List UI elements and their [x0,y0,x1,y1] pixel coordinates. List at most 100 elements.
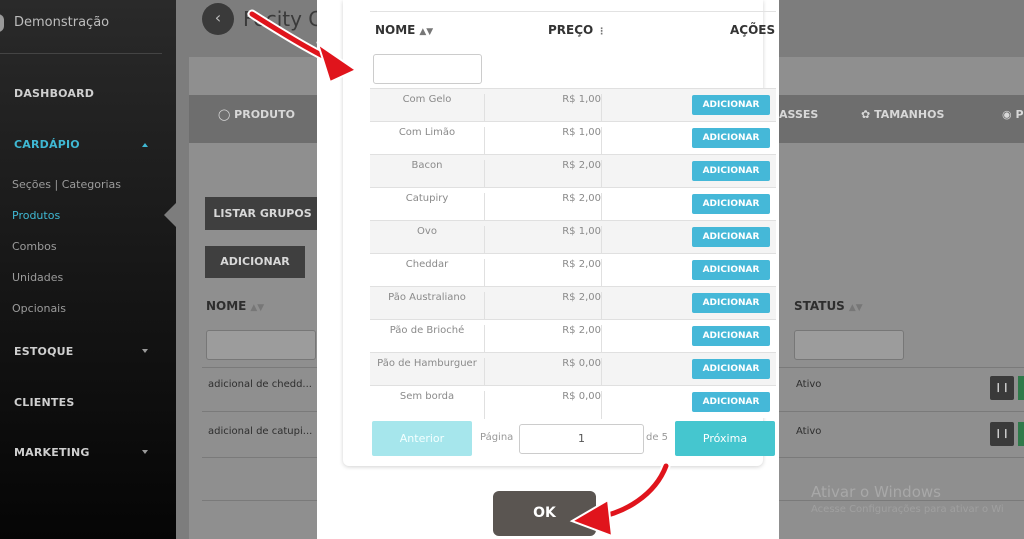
tab-produto-label: PRODUTO [234,108,295,121]
tab-tamanhos[interactable]: ✿ TAMANHOS [861,108,944,121]
adicionar-button[interactable]: ADICIONAR [692,359,770,379]
item-name: Com Limão [370,127,485,155]
item-price: R$ 2,00 [486,193,602,221]
ok-button[interactable]: OK [493,491,596,536]
adicionar-button[interactable]: ADICIONAR [692,95,770,115]
sidebar-item-unidades[interactable]: Unidades [12,271,63,284]
item-price: R$ 1,00 [486,94,602,122]
column-header-nome-label: NOME [206,299,247,313]
table-row-nome: adicional de chedd... [208,379,312,390]
opcionais-modal: NOME ▲▼ PREÇO ⋮ AÇÕES Com Gelo R$ 1,00 ADICI… [317,0,779,539]
sidebar-item-cardapio[interactable]: CARDÁPIO [14,138,80,151]
table-row: Com Limão R$ 1,00 ADICIONAR [370,121,776,155]
item-price: R$ 2,00 [486,259,602,287]
sidebar-item-dashboard[interactable]: DASHBOARD [14,87,94,100]
adicionar-button[interactable]: ADICIONAR [692,128,770,148]
chevron-up-icon [142,143,148,147]
adicionar-button[interactable]: ADICIONAR [692,194,770,214]
sidebar-item-opcionais[interactable]: Opcionais [12,302,66,315]
sidebar-item-clientes[interactable]: CLIENTES [14,396,74,409]
sidebar-divider [0,53,162,54]
edit-button[interactable] [1018,376,1024,400]
table-row: Cheddar R$ 2,00 ADICIONAR [370,253,776,287]
item-name: Bacon [370,160,485,188]
tab-extra-label: P [1015,108,1024,121]
adicionar-button[interactable]: ADICIONAR [692,161,770,181]
item-price: R$ 1,00 [486,226,602,254]
tab-tamanhos-label: TAMANHOS [874,108,945,121]
back-button[interactable]: ‹ [202,3,234,35]
filter-status-input[interactable] [794,330,904,360]
chevron-down-icon [142,450,148,454]
table-row-status: Ativo [796,379,822,390]
sidebar-item-estoque[interactable]: ESTOQUE [14,345,74,358]
column-header-nome[interactable]: NOME ▲▼ [206,299,264,313]
table-row: Bacon R$ 2,00 ADICIONAR [370,154,776,188]
column-header-acoes: AÇÕES [730,23,776,37]
sidebar-item-produtos[interactable]: Produtos [12,209,60,222]
table-row: Ovo R$ 1,00 ADICIONAR [370,220,776,254]
column-header-nome[interactable]: NOME ▲▼ [375,23,433,37]
grid-top-border [370,11,776,12]
filter-nome-input[interactable] [206,330,316,360]
previous-page-button[interactable]: Anterior [372,421,472,456]
column-header-status-label: STATUS [794,299,845,313]
brand-logo [0,14,4,32]
item-price: R$ 2,00 [486,325,602,353]
tab-classes[interactable]: ASSES [779,108,818,121]
table-row: Pão de Hamburguer R$ 0,00 ADICIONAR [370,352,776,386]
column-header-status[interactable]: STATUS ▲▼ [794,299,863,313]
adicionar-button[interactable]: ADICIONAR [692,392,770,412]
item-price: R$ 0,00 [486,358,602,386]
item-price: R$ 2,00 [486,160,602,188]
pause-icon[interactable]: ❙❙ [990,422,1014,446]
sidebar-item-combos[interactable]: Combos [12,240,57,253]
item-name: Cheddar [370,259,485,287]
edit-button[interactable] [1018,422,1024,446]
table-row: Pão Australiano R$ 2,00 ADICIONAR [370,286,776,320]
item-price: R$ 1,00 [486,127,602,155]
pause-icon[interactable]: ❙❙ [990,376,1014,400]
sort-icon: ▲▼ [419,27,434,37]
tab-extra[interactable]: ◉ P [1002,108,1024,121]
item-name: Ovo [370,226,485,254]
item-name: Sem borda [370,391,485,419]
table-row-status: Ativo [796,426,822,437]
page-number-input[interactable]: 1 [519,424,644,454]
filter-nome-input[interactable] [373,54,482,84]
sort-icon: ⋮ [597,27,607,37]
table-row: Com Gelo R$ 1,00 ADICIONAR [370,88,776,122]
pizza-icon: ✿ [861,108,871,121]
page-count-label: de 5 [646,432,669,443]
user-icon: ◯ [218,108,231,121]
tab-produto[interactable]: ◯ PRODUTO [218,108,295,121]
column-header-preco[interactable]: PREÇO ⋮ [548,23,606,37]
listar-grupos-button[interactable]: LISTAR GRUPOS [205,197,320,230]
item-name: Pão Australiano [370,292,485,320]
windows-activation-text: Acesse Configurações para ativar o Wi [811,504,1004,515]
location-icon: ◉ [1002,108,1012,121]
adicionar-button[interactable]: ADICIONAR [692,293,770,313]
item-price: R$ 2,00 [486,292,602,320]
item-price: R$ 0,00 [486,391,602,419]
opcionais-grid: NOME ▲▼ PREÇO ⋮ AÇÕES Com Gelo R$ 1,00 ADICI… [343,0,776,466]
windows-activation-title: Ativar o Windows [811,483,941,501]
next-page-button[interactable]: Próxima [675,421,775,456]
adicionar-button[interactable]: ADICIONAR [692,260,770,280]
adicionar-button[interactable]: ADICIONAR [692,326,770,346]
sidebar-item-secoes[interactable]: Seções | Categorias [12,178,121,191]
active-indicator [164,203,176,227]
brand-name: Demonstração [14,15,110,30]
sidebar: Demonstração DASHBOARD CARDÁPIO Seções |… [0,0,176,539]
adicionar-button[interactable]: ADICIONAR [205,246,305,278]
table-row: Sem borda R$ 0,00 ADICIONAR [370,385,776,419]
item-name: Pão de Brioché [370,325,485,353]
page-label: Página [480,432,514,443]
adicionar-button[interactable]: ADICIONAR [692,227,770,247]
column-header-nome-label: NOME [375,23,416,37]
sort-icon: ▲▼ [250,303,265,313]
sidebar-item-marketing[interactable]: MARKETING [14,446,90,459]
table-row-nome: adicional de catupi... [208,426,313,437]
sort-icon: ▲▼ [848,303,863,313]
column-header-preco-label: PREÇO [548,23,594,37]
